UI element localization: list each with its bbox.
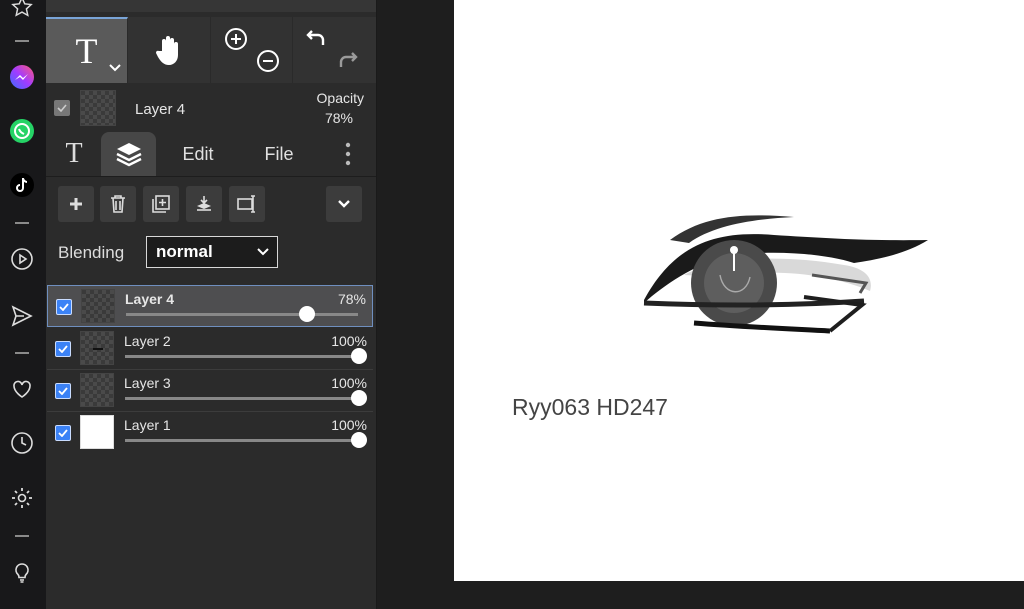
layer-opacity: 100% [331,333,367,349]
current-layer-thumbnail [80,90,116,126]
tab-edit[interactable]: Edit [170,132,226,176]
tab-text[interactable]: T [54,132,94,176]
tab-file[interactable]: File [251,132,307,176]
whatsapp-icon[interactable] [9,118,35,144]
layer-opacity-slider[interactable] [125,348,367,364]
add-layer-button[interactable] [58,186,94,222]
blending-select[interactable]: normal [146,236,278,268]
duplicate-icon [152,195,170,213]
merge-down-button[interactable] [186,186,222,222]
layer-properties-button[interactable] [229,186,265,222]
layer-row-layer-1[interactable]: Layer 1 100% [47,412,373,454]
text-tool-icon: T [75,31,98,71]
rail-divider [15,222,29,224]
layer-actions [46,186,376,226]
layers-icon [115,143,142,167]
current-layer-name: Layer 4 [135,101,186,118]
chevron-down-icon [338,200,350,208]
layer-opacity-slider[interactable] [125,390,367,406]
tool-row: T [46,17,376,83]
layer-visibility-checkbox[interactable] [56,299,72,315]
layer-opacity: 78% [337,291,366,307]
opacity-value: 78% [324,110,353,126]
panel-top-strip [46,0,376,12]
blending-label: Blending [58,243,125,262]
plus-icon [70,198,82,210]
star-icon[interactable] [9,0,35,20]
messenger-icon[interactable] [9,64,35,90]
layer-thumbnail [81,289,115,323]
layer-opacity-slider[interactable] [125,432,367,448]
layer-visibility-checkbox[interactable] [55,341,71,357]
more-menu-icon[interactable] [336,132,360,176]
layer-thumbnail [80,415,114,449]
history-buttons [292,17,376,83]
merge-down-icon [197,196,211,211]
app-rail [0,0,46,609]
zoom-buttons [210,17,293,83]
layer-name: Layer 1 [124,417,171,433]
opacity-label: Opacity [316,90,364,106]
zoom-in-icon[interactable] [224,27,248,56]
layer-name: Layer 3 [124,375,171,391]
play-circle-icon[interactable] [9,246,35,272]
properties-icon [237,195,255,213]
layer-opacity: 100% [331,417,367,433]
tab-layers[interactable] [101,132,156,176]
layer-opacity-slider[interactable] [126,306,358,322]
text-tool-button[interactable]: T [46,17,128,83]
panel-tabs: T Edit File [46,132,376,177]
layer-menu-dropdown[interactable] [326,186,362,222]
slider-knob[interactable] [298,306,315,322]
gear-icon[interactable] [9,485,35,511]
layer-visibility-checkbox[interactable] [55,383,71,399]
delete-layer-button[interactable] [100,186,136,222]
undo-icon[interactable] [304,27,328,56]
slider-knob[interactable] [351,432,367,448]
hand-icon [155,36,178,65]
layer-thumbnail [80,331,114,365]
drawing-canvas[interactable]: Ryy063 HD247 [454,0,1024,581]
clock-icon[interactable] [9,430,35,456]
eye-drawing [643,215,928,334]
heart-icon[interactable] [9,376,35,402]
tool-panel: T Layer 4 Opacity 78% T Edit File Blendi… [46,0,377,609]
slider-knob[interactable] [351,348,367,364]
current-layer-info: Layer 4 Opacity 78% [46,86,376,132]
rail-divider [15,40,29,42]
tiktok-icon[interactable] [9,172,35,198]
rail-divider [15,352,29,354]
hand-tool-button[interactable] [128,17,211,83]
chevron-down-icon[interactable] [109,59,121,77]
send-icon[interactable] [9,303,35,329]
layer-opacity: 100% [331,375,367,391]
layer-name: Layer 2 [124,333,171,349]
trash-icon [111,195,125,213]
duplicate-layer-button[interactable] [143,186,179,222]
blending-value: normal [156,242,213,261]
rail-divider [15,535,29,537]
layer-visibility-checkbox[interactable] [55,425,71,441]
layer-name: Layer 4 [125,291,175,307]
layer-row-layer-3[interactable]: Layer 3 100% [47,370,373,412]
lightbulb-icon[interactable] [9,560,35,586]
slider-knob[interactable] [351,390,367,406]
chevron-down-icon [257,248,269,256]
current-layer-checkbox[interactable] [54,100,70,116]
text-tab-icon: T [65,138,83,169]
layer-row-layer-4[interactable]: Layer 4 78% [47,285,373,327]
redo-icon[interactable] [336,49,360,78]
layer-thumbnail [80,373,114,407]
layer-row-layer-2[interactable]: Layer 2 100% [47,328,373,370]
zoom-out-icon[interactable] [256,49,280,78]
canvas-signature-text: Ryy063 HD247 [512,394,668,420]
